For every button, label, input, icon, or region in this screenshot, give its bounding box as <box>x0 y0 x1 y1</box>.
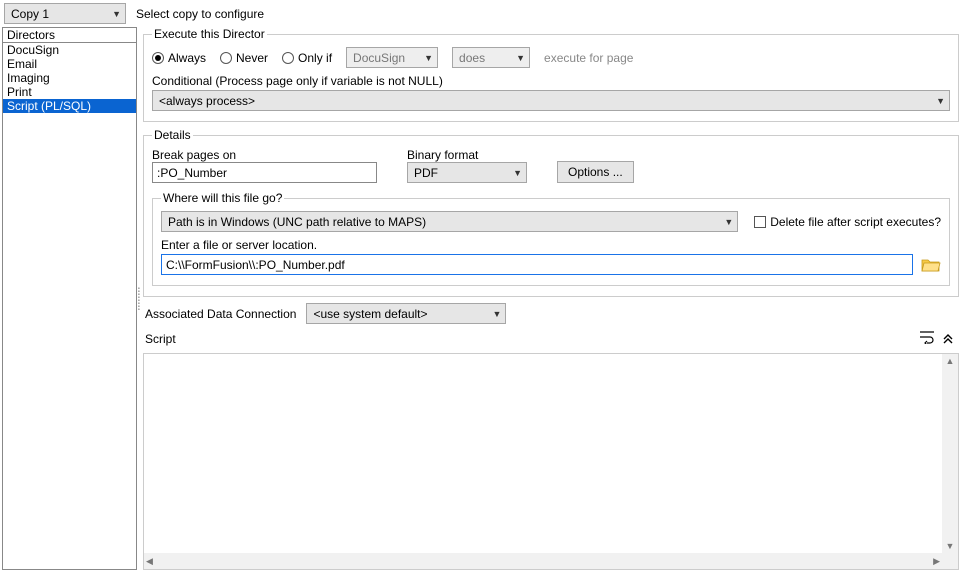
directors-panel: Directors DocuSign Email Imaging Print S… <box>2 27 137 570</box>
assoc-value: <use system default> <box>313 307 427 321</box>
binary-format-dropdown[interactable]: PDF ▼ <box>407 162 527 183</box>
director-item-docusign[interactable]: DocuSign <box>3 43 136 57</box>
chevron-down-icon: ▼ <box>516 53 525 63</box>
directors-listbox[interactable]: DocuSign Email Imaging Print Script (PL/… <box>3 42 136 569</box>
chevron-down-icon: ▼ <box>493 309 502 319</box>
execute-legend: Execute this Director <box>152 27 267 41</box>
details-fieldset: Details Break pages on Binary format PDF… <box>143 128 959 297</box>
copy-dropdown-value: Copy 1 <box>11 7 49 21</box>
onlyif-condition-dropdown: does ▼ <box>452 47 530 68</box>
copy-prompt: Select copy to configure <box>136 7 264 21</box>
scroll-corner <box>942 553 958 569</box>
horizontal-scrollbar[interactable]: ◀ ▶ <box>144 553 942 569</box>
enter-location-label: Enter a file or server location. <box>161 238 941 252</box>
delete-after-label: Delete file after script executes? <box>770 215 941 229</box>
file-location-input[interactable] <box>161 254 913 275</box>
splitter-grip-icon: ●●●●●●●● <box>138 287 140 311</box>
checkbox-box-icon <box>754 216 766 228</box>
assoc-dropdown[interactable]: <use system default> ▼ <box>306 303 506 324</box>
director-item-email[interactable]: Email <box>3 57 136 71</box>
director-item-print[interactable]: Print <box>3 85 136 99</box>
scroll-up-icon: ▲ <box>946 356 955 366</box>
chevron-down-icon: ▼ <box>936 96 945 106</box>
delete-after-checkbox[interactable]: Delete file after script executes? <box>754 215 941 229</box>
radio-never-label: Never <box>236 51 268 65</box>
copy-dropdown[interactable]: Copy 1 ▼ <box>4 3 126 24</box>
chevron-down-icon: ▼ <box>724 217 733 227</box>
chevron-down-icon: ▼ <box>513 168 522 178</box>
chevron-down-icon: ▼ <box>112 9 121 19</box>
radio-onlyif[interactable]: Only if <box>282 51 332 65</box>
conditional-label: Conditional (Process page only if variab… <box>152 74 950 88</box>
break-pages-label: Break pages on <box>152 148 377 162</box>
options-button-label: Options ... <box>568 165 623 179</box>
conditional-dropdown[interactable]: <always process> ▼ <box>152 90 950 111</box>
conditional-value: <always process> <box>159 94 255 108</box>
onlyif-condition-value: does <box>459 51 485 65</box>
word-wrap-icon[interactable] <box>919 330 935 347</box>
scroll-left-icon: ◀ <box>146 556 153 567</box>
path-dropdown[interactable]: Path is in Windows (UNC path relative to… <box>161 211 738 232</box>
scroll-right-icon: ▶ <box>933 556 940 567</box>
filego-fieldset: Where will this file go? Path is in Wind… <box>152 191 950 286</box>
collapse-icon[interactable] <box>941 330 955 347</box>
script-textarea[interactable]: ▲ ▼ ◀ ▶ <box>143 353 959 570</box>
radio-dot-icon <box>282 52 294 64</box>
radio-never[interactable]: Never <box>220 51 268 65</box>
radio-onlyif-label: Only if <box>298 51 332 65</box>
filego-legend: Where will this file go? <box>161 191 284 205</box>
script-label: Script <box>145 332 176 346</box>
radio-always-label: Always <box>168 51 206 65</box>
path-value: Path is in Windows (UNC path relative to… <box>168 215 426 229</box>
radio-dot-icon <box>220 52 232 64</box>
options-button[interactable]: Options ... <box>557 161 634 183</box>
assoc-label: Associated Data Connection <box>145 307 296 321</box>
binary-format-value: PDF <box>414 166 438 180</box>
scroll-down-icon: ▼ <box>946 541 955 551</box>
director-item-imaging[interactable]: Imaging <box>3 71 136 85</box>
execute-hint: execute for page <box>544 51 633 65</box>
chevron-down-icon: ▼ <box>424 53 433 63</box>
folder-open-icon[interactable] <box>921 257 941 273</box>
details-legend: Details <box>152 128 193 142</box>
onlyif-variable-value: DocuSign <box>353 51 405 65</box>
radio-dot-icon <box>152 52 164 64</box>
director-item-script[interactable]: Script (PL/SQL) <box>3 99 136 113</box>
binary-format-label: Binary format <box>407 148 527 162</box>
directors-label: Directors <box>3 28 136 42</box>
break-pages-input[interactable] <box>152 162 377 183</box>
vertical-scrollbar[interactable]: ▲ ▼ <box>942 354 958 553</box>
onlyif-variable-dropdown: DocuSign ▼ <box>346 47 438 68</box>
execute-fieldset: Execute this Director Always Never Only … <box>143 27 959 122</box>
radio-always[interactable]: Always <box>152 51 206 65</box>
